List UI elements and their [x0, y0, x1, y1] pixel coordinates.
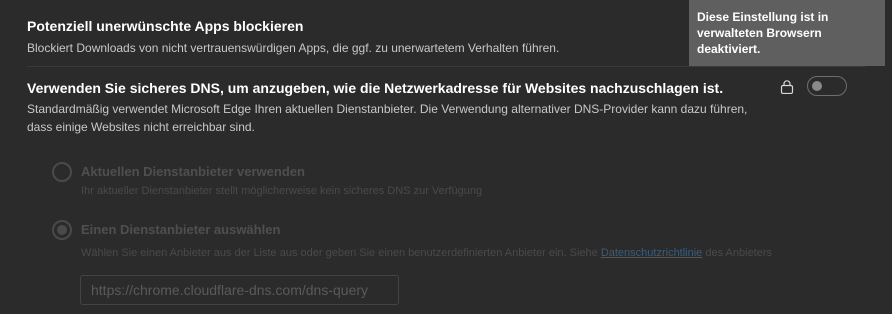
secure-dns-description-line2: dass einige Websites nicht erreichbar si… — [27, 120, 255, 134]
custom-dns-input[interactable] — [80, 275, 399, 305]
secure-dns-title: Verwenden Sie sicheres DNS, um anzugeben… — [27, 80, 724, 96]
pua-title: Potenziell unerwünschte Apps blockieren — [27, 18, 304, 34]
lock-icon — [780, 80, 794, 95]
choose-provider-label: Einen Dienstanbieter auswählen — [81, 222, 281, 237]
secure-dns-description-line1: Standardmäßig verwendet Microsoft Edge I… — [27, 102, 748, 116]
pua-description: Blockiert Downloads von nicht vertrauens… — [27, 41, 560, 55]
toggle-knob — [812, 81, 822, 91]
section-divider — [27, 66, 865, 67]
secure-dns-description: Standardmäßig verwendet Microsoft Edge I… — [27, 100, 747, 136]
choose-provider-text-before: Wählen Sie einen Anbieter aus der Liste … — [81, 247, 601, 259]
choose-provider-description: Wählen Sie einen Anbieter aus der Liste … — [81, 247, 772, 259]
choose-provider-text-after: des Anbieters — [702, 247, 773, 259]
radio-choose-provider[interactable] — [52, 220, 72, 240]
settings-page: Potenziell unerwünschte Apps blockieren … — [0, 0, 892, 314]
current-provider-label: Aktuellen Dienstanbieter verwenden — [81, 164, 305, 179]
managed-setting-tooltip: Diese Einstellung ist in verwalteten Bro… — [689, 0, 885, 66]
privacy-policy-link[interactable]: Datenschutzrichtlinie — [601, 247, 703, 259]
secure-dns-toggle[interactable] — [807, 76, 847, 96]
current-provider-description: Ihr aktueller Dienstanbieter stellt mögl… — [81, 185, 483, 197]
radio-current-provider[interactable] — [52, 162, 72, 182]
